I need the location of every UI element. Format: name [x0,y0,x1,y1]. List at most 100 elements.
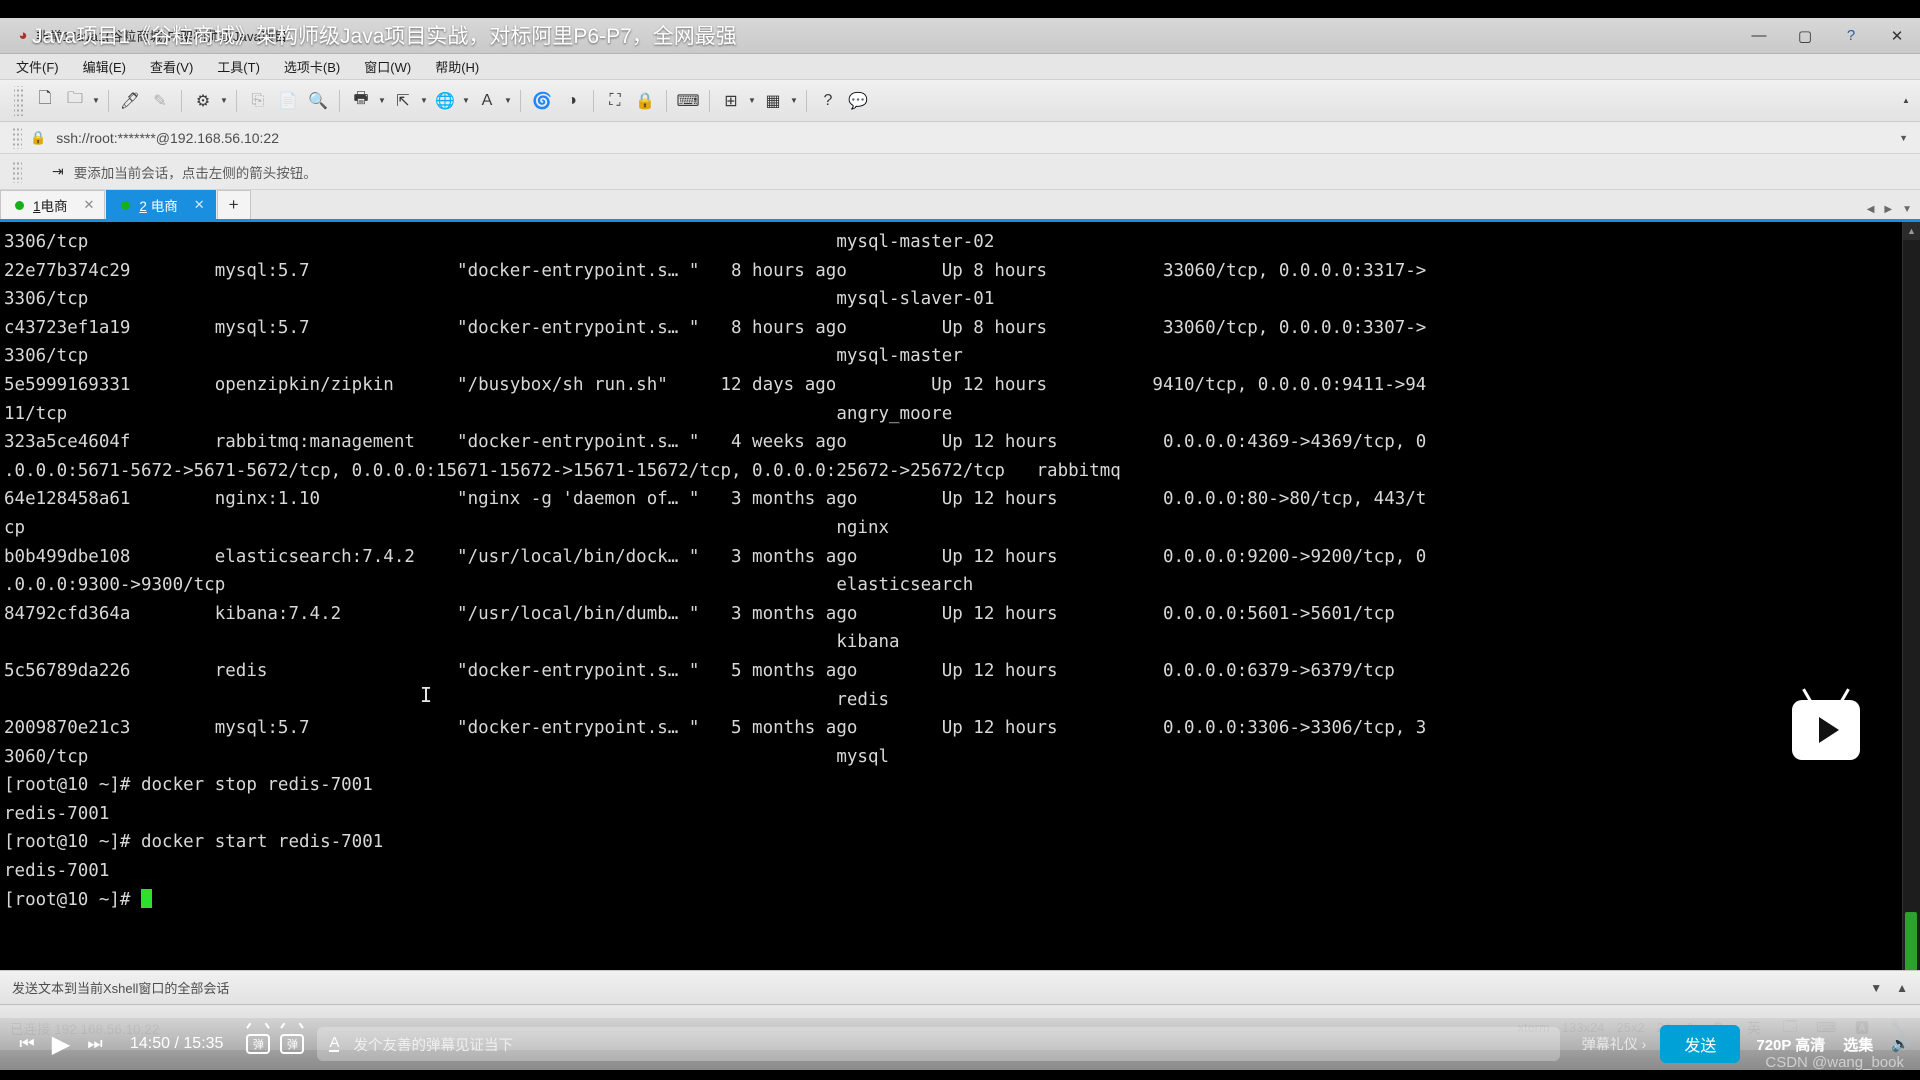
address-bar[interactable]: 🔒 ssh://root:*******@192.168.56.10:22 ▼ [0,122,1920,154]
danmaku-input-placeholder: 发个友善的弹幕见证当下 [353,1037,513,1054]
globe-caret-icon[interactable]: ▼ [460,86,472,116]
terminal-cursor [140,888,152,908]
toolbar-grip[interactable] [14,85,24,116]
tab-session-2-label: 2 电商 [139,195,177,215]
xagent-icon[interactable]: ◑ [557,86,587,116]
play-pause-button[interactable]: ▶ [44,1027,78,1061]
edit-session-icon[interactable]: 🖊 [115,86,145,116]
terminal-line: cp nginx [4,517,890,538]
menu-help[interactable]: 帮助(H) [435,57,479,76]
globe-icon[interactable]: 🌐 [430,86,460,116]
session-properties-icon[interactable]: ⚙ [188,86,218,116]
tab-name-2: 电商 [150,199,178,214]
lock-icon[interactable]: 🔒 [630,86,660,116]
terminal-line: 11/tcp angry_moore [4,403,953,424]
menu-view[interactable]: 查看(V) [150,57,193,76]
danmaku-input[interactable]: A 发个友善的弹幕见证当下 [317,1027,1560,1061]
menu-file[interactable]: 文件(F) [16,57,59,76]
menu-edit[interactable]: 编辑(E) [83,57,126,76]
fullscreen-icon[interactable]: ⛶ [600,86,630,116]
menu-tools[interactable]: 工具(T) [217,57,260,76]
toolbar-separator [108,89,109,112]
tab-nav-right-icon[interactable]: ▶ [1884,204,1892,215]
open-folder-caret-icon[interactable]: ▼ [90,86,102,116]
tab-close-1-icon[interactable]: ✕ [84,197,95,213]
new-window-icon[interactable]: ⊞ [716,86,746,116]
danmaku-settings-icon: 弹 [280,1034,305,1054]
properties-caret-icon[interactable]: ▼ [218,86,230,116]
terminal-output[interactable]: 3306/tcp mysql-master-02 22e77b374c29 mys… [0,222,1920,970]
status-dropdown-icon[interactable]: ▼ [1870,981,1882,995]
episode-list-button[interactable]: 选集 [1843,1034,1873,1055]
help-icon[interactable]: ? [813,86,843,116]
danmaku-style-icon[interactable]: A [329,1035,340,1052]
paste-icon: 📄 [278,92,298,110]
new-session-icon[interactable]: 🗋 [30,86,60,116]
tab-close-2-icon[interactable]: ✕ [194,197,205,213]
help-button[interactable]: ? [1828,18,1874,53]
video-time-display: 14:50 / 15:35 [130,1035,223,1053]
address-input[interactable]: ssh://root:*******@192.168.56.10:22 [56,130,279,146]
terminal-line: redis-7001 [4,861,110,882]
open-folder-icon[interactable]: 🗀 [60,86,90,116]
address-dropdown-icon[interactable]: ▼ [1899,133,1908,143]
terminal-line: 5c56789da226 redis "docker-entrypoint.s…… [4,660,1395,681]
danmaku-settings-button[interactable]: 弹 [275,1029,309,1059]
danmaku-toggle-button[interactable]: 弹 [241,1029,275,1059]
terminal-line: .0.0.0:9300->9300/tcp elasticsearch [4,575,974,596]
quality-selector[interactable]: 720P 高清 [1756,1034,1825,1055]
transfer-caret-icon[interactable]: ▼ [418,86,430,116]
toolbar-separator [339,89,340,112]
toolbar-separator [236,89,237,112]
tab-nav-menu-icon[interactable]: ▼ [1902,204,1912,215]
font-caret-icon[interactable]: ▼ [502,86,514,116]
hint-text: 要添加当前会话，点击左侧的箭头按钮。 [73,165,317,181]
terminal-scrollbar[interactable]: ▲ [1902,222,1920,982]
copy-icon: ⎘ [251,91,265,109]
scroll-up-icon[interactable]: ▲ [1903,222,1920,240]
bilibili-play-logo-icon [1792,688,1860,760]
status-bar-top-right: ▼ ▲ [1870,981,1920,995]
keyboard-icon[interactable]: ⌨ [673,86,703,116]
address-bar-grip[interactable] [12,126,22,149]
new-window-caret-icon[interactable]: ▼ [746,86,758,116]
new-tab-button[interactable]: + [216,190,251,219]
next-episode-button[interactable]: ⏭ [78,1027,112,1061]
tab-session-2[interactable]: 2 电商 ✕ [106,190,216,219]
hint-bar: ⇥ 要添加当前会话，点击左侧的箭头按钮。 [0,154,1920,190]
status-bar-top: 发送文本到当前Xshell窗口的全部会话 ▼ ▲ [0,970,1920,1004]
xftp-icon[interactable]: 🌀 [527,86,557,116]
tab-name-1: 电商 [40,199,68,214]
terminal-line: 323a5ce4604f rabbitmq:management "docker… [4,432,1427,453]
tab-nav-left-icon[interactable]: ◀ [1867,204,1875,215]
layout-icon[interactable]: ▦ [758,86,788,116]
terminal-line: c43723ef1a19 mysql:5.7 "docker-entrypoin… [4,317,1427,338]
add-session-icon[interactable]: ⇥ [52,163,64,180]
danmaku-etiquette-link[interactable]: 弹幕礼仪 › [1582,1034,1647,1054]
font-icon[interactable]: A [472,86,502,116]
menu-tabs[interactable]: 选项卡(B) [284,57,340,76]
feedback-icon[interactable]: 💬 [843,86,873,116]
print-icon[interactable]: 🖶 [346,86,376,116]
hint-bar-grip[interactable] [12,160,22,183]
minimize-button[interactable]: — [1736,18,1782,53]
terminal-line: 2009870e21c3 mysql:5.7 "docker-entrypoin… [4,718,1427,739]
transfer-icon[interactable]: ⇱ [388,86,418,116]
maximize-button[interactable]: ▢ [1782,18,1828,53]
toolbar-scroll-up-icon[interactable]: ▲ [1900,86,1912,116]
toolbar-scroll: ▲ [1900,86,1920,116]
tab-session-1[interactable]: 1电商 ✕ [0,190,106,219]
previous-episode-button[interactable]: ⏮ [10,1027,44,1061]
print-caret-icon[interactable]: ▼ [376,86,388,116]
menu-bar: 文件(F) 编辑(E) 查看(V) 工具(T) 选项卡(B) 窗口(W) 帮助(… [0,54,1920,80]
close-button[interactable]: ✕ [1874,18,1920,53]
terminal-line: 22e77b374c29 mysql:5.7 "docker-entrypoin… [4,260,1427,281]
terminal-line: b0b499dbe108 elasticsearch:7.4.2 "/usr/l… [4,546,1427,567]
status-expand-icon[interactable]: ▲ [1896,981,1908,995]
layout-caret-icon[interactable]: ▼ [788,86,800,116]
danmaku-send-button[interactable]: 发送 [1660,1025,1741,1063]
menu-window[interactable]: 窗口(W) [364,57,411,76]
volume-icon[interactable]: 🔊 [1891,1035,1910,1053]
find-icon[interactable]: 🔍 [303,86,333,116]
terminal-prompt-line[interactable]: [root@10 ~]# [4,886,1920,915]
